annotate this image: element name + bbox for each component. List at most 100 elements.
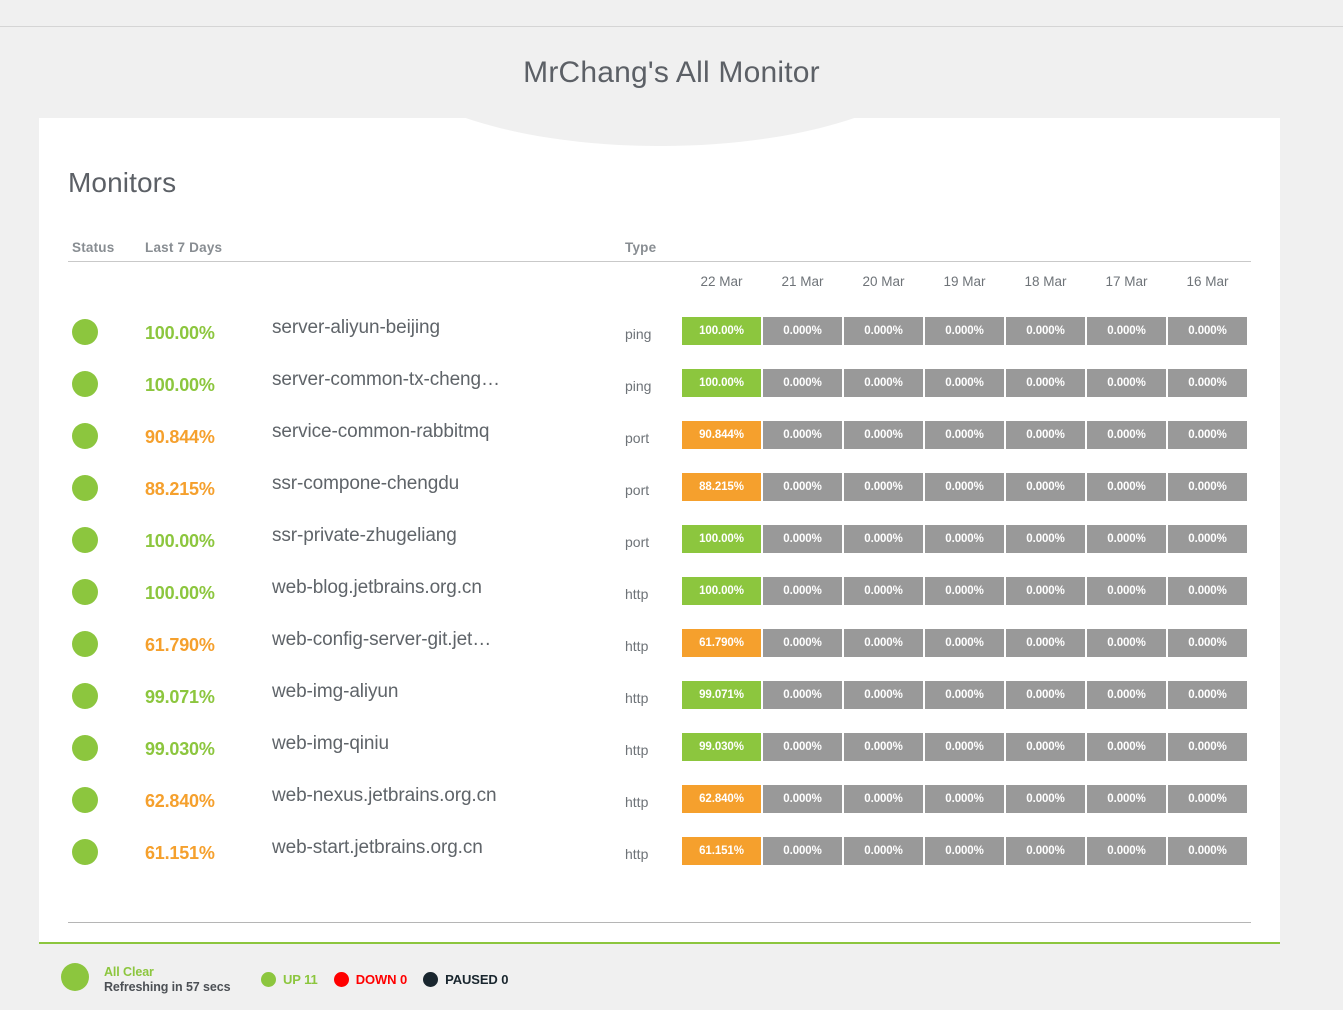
daily-uptime-bar[interactable]: 0.000% <box>1168 421 1247 449</box>
daily-uptime-bar[interactable]: 0.000% <box>763 785 842 813</box>
daily-uptime-bar[interactable]: 0.000% <box>1006 577 1085 605</box>
monitor-name[interactable]: server-common-tx-cheng… <box>272 369 602 391</box>
daily-uptime-bar[interactable]: 0.000% <box>763 577 842 605</box>
table-row[interactable]: 100.00% server-aliyun-beijing ping 100.00% 0… <box>68 306 1251 358</box>
daily-uptime-bar[interactable]: 0.000% <box>1087 421 1166 449</box>
daily-uptime-bar[interactable]: 0.000% <box>763 421 842 449</box>
daily-uptime-bar[interactable]: 100.00% <box>682 577 761 605</box>
table-row[interactable]: 100.00% server-common-tx-cheng… ping 100.00… <box>68 358 1251 410</box>
legend-item: PAUSED 0 <box>423 972 508 987</box>
daily-uptime-bar[interactable]: 0.000% <box>1168 629 1247 657</box>
monitor-name[interactable]: web-start.jetbrains.org.cn <box>272 837 602 859</box>
daily-uptime-bar[interactable]: 90.844% <box>682 421 761 449</box>
daily-uptime-bar[interactable]: 0.000% <box>1087 733 1166 761</box>
daily-uptime-bar[interactable]: 0.000% <box>1006 681 1085 709</box>
daily-uptime-bar[interactable]: 99.030% <box>682 733 761 761</box>
daily-uptime-bar[interactable]: 0.000% <box>1087 681 1166 709</box>
monitor-name[interactable]: ssr-compone-chengdu <box>272 473 602 495</box>
table-row[interactable]: 99.071% web-img-aliyun http 99.071% 0.000% 0.… <box>68 670 1251 722</box>
daily-uptime-bar[interactable]: 0.000% <box>925 577 1004 605</box>
table-row[interactable]: 99.030% web-img-qiniu http 99.030% 0.000% 0.0… <box>68 722 1251 774</box>
table-row[interactable]: 61.790% web-config-server-git.jet… http 61.… <box>68 618 1251 670</box>
daily-uptime-bar[interactable]: 0.000% <box>925 837 1004 865</box>
daily-uptime-bar[interactable]: 0.000% <box>844 317 923 345</box>
daily-uptime-bar[interactable]: 0.000% <box>1006 733 1085 761</box>
monitor-name[interactable]: web-nexus.jetbrains.org.cn <box>272 785 602 807</box>
daily-uptime-bar[interactable]: 0.000% <box>844 577 923 605</box>
daily-uptime-bar[interactable]: 0.000% <box>1168 317 1247 345</box>
monitor-name[interactable]: server-aliyun-beijing <box>272 317 602 339</box>
daily-uptime-bar[interactable]: 0.000% <box>925 421 1004 449</box>
daily-uptime-bar[interactable]: 0.000% <box>1087 577 1166 605</box>
daily-uptime-bar[interactable]: 0.000% <box>1006 317 1085 345</box>
monitor-name[interactable]: web-img-qiniu <box>272 733 602 755</box>
daily-uptime-bar[interactable]: 0.000% <box>763 525 842 553</box>
daily-uptime-bar[interactable]: 99.071% <box>682 681 761 709</box>
daily-uptime-bar[interactable]: 0.000% <box>844 473 923 501</box>
daily-uptime-bar[interactable]: 88.215% <box>682 473 761 501</box>
daily-uptime-bar[interactable]: 0.000% <box>1087 837 1166 865</box>
daily-uptime-bar[interactable]: 0.000% <box>844 525 923 553</box>
daily-uptime-bar[interactable]: 0.000% <box>763 317 842 345</box>
daily-uptime-bar[interactable]: 61.151% <box>682 837 761 865</box>
daily-uptime-bar[interactable]: 0.000% <box>844 681 923 709</box>
table-row[interactable]: 100.00% ssr-private-zhugeliang port 100.00%… <box>68 514 1251 566</box>
daily-uptime-bar[interactable]: 0.000% <box>1006 525 1085 553</box>
monitor-name[interactable]: service-common-rabbitmq <box>272 421 602 443</box>
daily-uptime-bar[interactable]: 0.000% <box>844 369 923 397</box>
daily-uptime-bar[interactable]: 0.000% <box>1006 473 1085 501</box>
daily-uptime-bar[interactable]: 0.000% <box>1168 785 1247 813</box>
daily-uptime-bar[interactable]: 0.000% <box>925 317 1004 345</box>
daily-uptime-bar[interactable]: 0.000% <box>1006 421 1085 449</box>
table-row[interactable]: 100.00% web-blog.jetbrains.org.cn http 100.… <box>68 566 1251 618</box>
daily-uptime-bar[interactable]: 0.000% <box>925 681 1004 709</box>
daily-uptime-bar[interactable]: 0.000% <box>844 785 923 813</box>
daily-uptime-bar[interactable]: 0.000% <box>925 629 1004 657</box>
daily-uptime-bar[interactable]: 0.000% <box>844 421 923 449</box>
daily-uptime-bar[interactable]: 0.000% <box>763 733 842 761</box>
daily-uptime-bar[interactable]: 0.000% <box>763 837 842 865</box>
daily-uptime-bar[interactable]: 0.000% <box>1087 473 1166 501</box>
daily-uptime-bar[interactable]: 0.000% <box>763 681 842 709</box>
daily-uptime-bar[interactable]: 0.000% <box>1168 681 1247 709</box>
daily-uptime-bar[interactable]: 0.000% <box>1087 629 1166 657</box>
daily-uptime-bar[interactable]: 0.000% <box>925 733 1004 761</box>
daily-uptime-bar[interactable]: 0.000% <box>844 837 923 865</box>
daily-uptime-bar[interactable]: 62.840% <box>682 785 761 813</box>
monitor-name[interactable]: web-img-aliyun <box>272 681 602 703</box>
daily-uptime-bar[interactable]: 0.000% <box>1006 837 1085 865</box>
daily-uptime-bar[interactable]: 0.000% <box>925 369 1004 397</box>
daily-uptime-bar[interactable]: 0.000% <box>1168 837 1247 865</box>
daily-uptime-bar[interactable]: 100.00% <box>682 525 761 553</box>
daily-uptime-bar[interactable]: 0.000% <box>1006 629 1085 657</box>
monitor-name[interactable]: ssr-private-zhugeliang <box>272 525 602 547</box>
daily-uptime-bar[interactable]: 0.000% <box>925 525 1004 553</box>
daily-uptime-bar[interactable]: 0.000% <box>1087 525 1166 553</box>
table-row[interactable]: 88.215% ssr-compone-chengdu port 88.215% 0.0… <box>68 462 1251 514</box>
daily-uptime-bar[interactable]: 0.000% <box>1006 785 1085 813</box>
daily-uptime-bar[interactable]: 0.000% <box>1006 369 1085 397</box>
monitor-name[interactable]: web-blog.jetbrains.org.cn <box>272 577 602 599</box>
daily-uptime-bar[interactable]: 0.000% <box>1168 369 1247 397</box>
daily-uptime-bar[interactable]: 0.000% <box>763 369 842 397</box>
daily-uptime-bar[interactable]: 0.000% <box>1087 369 1166 397</box>
table-row[interactable]: 62.840% web-nexus.jetbrains.org.cn http 62.… <box>68 774 1251 826</box>
daily-uptime-bar[interactable]: 0.000% <box>1168 577 1247 605</box>
daily-uptime-bar[interactable]: 100.00% <box>682 317 761 345</box>
daily-uptime-bar[interactable]: 0.000% <box>1087 317 1166 345</box>
table-row[interactable]: 61.151% web-start.jetbrains.org.cn http 61.… <box>68 826 1251 878</box>
daily-uptime-bar[interactable]: 0.000% <box>844 629 923 657</box>
table-row[interactable]: 90.844% service-common-rabbitmq port 90.844… <box>68 410 1251 462</box>
daily-uptime-bar[interactable]: 100.00% <box>682 369 761 397</box>
daily-uptime-bar[interactable]: 61.790% <box>682 629 761 657</box>
daily-uptime-bar[interactable]: 0.000% <box>1087 785 1166 813</box>
daily-uptime-bar[interactable]: 0.000% <box>1168 473 1247 501</box>
daily-uptime-bar[interactable]: 0.000% <box>925 785 1004 813</box>
daily-uptime-bar[interactable]: 0.000% <box>763 629 842 657</box>
monitor-name[interactable]: web-config-server-git.jet… <box>272 629 602 651</box>
daily-uptime-bar[interactable]: 0.000% <box>1168 733 1247 761</box>
daily-uptime-bar[interactable]: 0.000% <box>925 473 1004 501</box>
daily-uptime-bar[interactable]: 0.000% <box>1168 525 1247 553</box>
daily-uptime-bar[interactable]: 0.000% <box>763 473 842 501</box>
daily-uptime-bar[interactable]: 0.000% <box>844 733 923 761</box>
